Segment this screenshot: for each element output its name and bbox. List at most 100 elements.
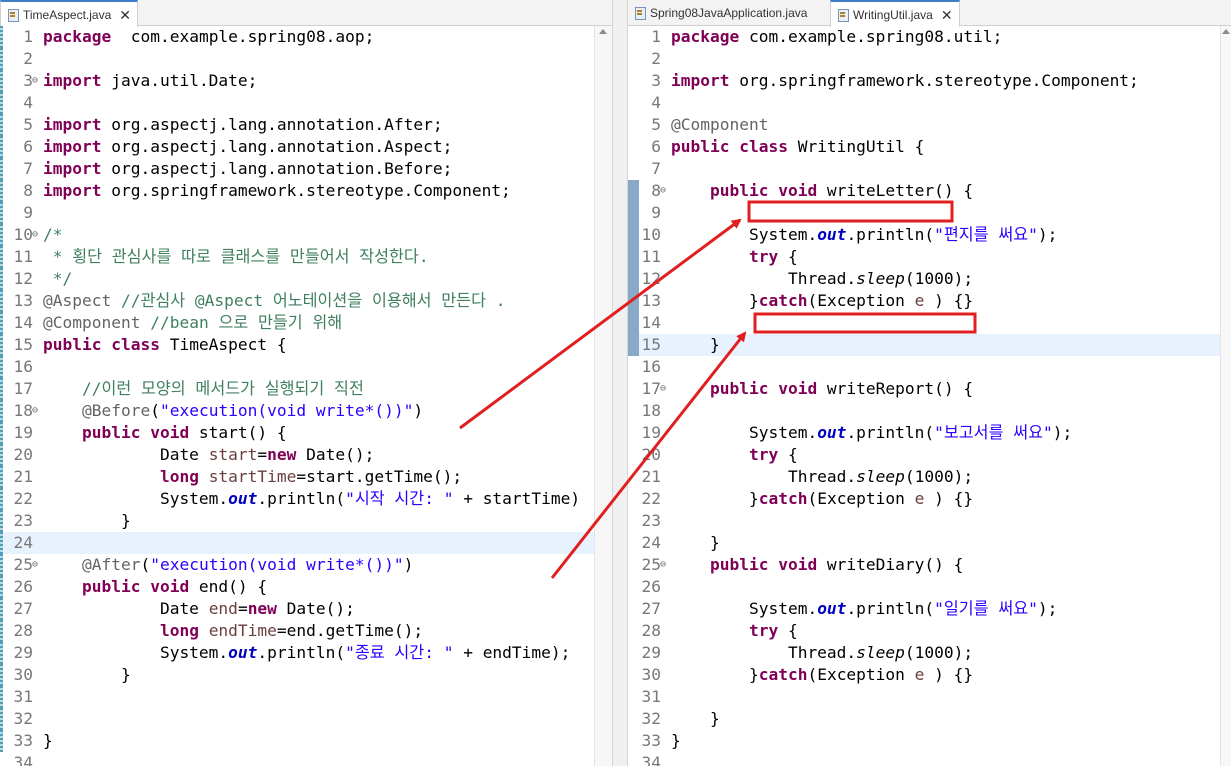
- code-line[interactable]: 24: [0, 532, 595, 554]
- vertical-scrollbar[interactable]: [594, 26, 612, 766]
- code-line[interactable]: 14: [628, 312, 1221, 334]
- tab-spring08javaapplication-java[interactable]: Spring08JavaApplication.java: [628, 0, 813, 26]
- line-number: 20: [13, 445, 34, 464]
- code-line[interactable]: 30 }: [0, 664, 595, 686]
- code-line[interactable]: 31: [628, 686, 1221, 708]
- code-line[interactable]: 25 ⊖ @After("execution(void write*())"): [0, 554, 595, 576]
- close-icon[interactable]: ✕: [119, 8, 131, 22]
- code-line[interactable]: 29 Thread.sleep(1000);: [628, 642, 1221, 664]
- fold-toggle-icon[interactable]: ⊖: [32, 554, 42, 576]
- code-line[interactable]: 2: [0, 48, 595, 70]
- code-line[interactable]: 27 System.out.println("일기를 써요");: [628, 598, 1221, 620]
- fold-toggle-icon[interactable]: ⊖: [32, 400, 42, 422]
- code-line[interactable]: 10 System.out.println("편지를 써요");: [628, 224, 1221, 246]
- code-line[interactable]: 32 }: [628, 708, 1221, 730]
- code-line[interactable]: 30 }catch(Exception e ) {}: [628, 664, 1221, 686]
- code-line[interactable]: 5 @Component: [628, 114, 1221, 136]
- editor-splitter[interactable]: [612, 0, 628, 766]
- code-line[interactable]: 2: [628, 48, 1221, 70]
- code-editor-timeaspect[interactable]: 1 package com.example.spring08.aop; 2 3 ⊖ imp…: [0, 26, 595, 766]
- fold-toggle-icon[interactable]: ⊖: [660, 378, 670, 400]
- code-line[interactable]: 3 import org.springframework.stereotype.C…: [628, 70, 1221, 92]
- code-line[interactable]: 1 package com.example.spring08.aop;: [0, 26, 595, 48]
- code-line[interactable]: 5 import org.aspectj.lang.annotation.Afte…: [0, 114, 595, 136]
- fold-toggle-icon[interactable]: ⊖: [32, 224, 42, 246]
- code-line[interactable]: 20 try {: [628, 444, 1221, 466]
- code-token: public void: [709, 379, 818, 398]
- code-line[interactable]: 16: [0, 356, 595, 378]
- code-line[interactable]: 7: [628, 158, 1221, 180]
- code-line[interactable]: 28 try {: [628, 620, 1221, 642]
- code-line[interactable]: 6 public class WritingUtil {: [628, 136, 1221, 158]
- code-line[interactable]: 27 Date end=new Date();: [0, 598, 595, 620]
- tab-writingutil-java[interactable]: WritingUtil.java ✕: [830, 0, 960, 27]
- fold-toggle-icon[interactable]: ⊖: [660, 180, 670, 202]
- fold-toggle-icon[interactable]: ⊖: [660, 554, 670, 576]
- code-line[interactable]: 10 ⊖/*: [0, 224, 595, 246]
- code-line[interactable]: 11 * 횡단 관심사를 따로 클래스를 만들어서 작성한다.: [0, 246, 595, 268]
- code-line[interactable]: 17 //이런 모양의 메서드가 실행되기 직전: [0, 378, 595, 400]
- code-line[interactable]: 3 ⊖ import java.util.Date;: [0, 70, 595, 92]
- fold-toggle-icon[interactable]: ⊖: [32, 70, 42, 92]
- code-line[interactable]: 11 try {: [628, 246, 1221, 268]
- code-line[interactable]: 19 public void start() {: [0, 422, 595, 444]
- code-line[interactable]: 34: [628, 752, 1221, 766]
- scroll-up-icon[interactable]: [599, 29, 607, 34]
- code-line[interactable]: 26: [628, 576, 1221, 598]
- code-line[interactable]: 22 }catch(Exception e ) {}: [628, 488, 1221, 510]
- code-line[interactable]: 20 Date start=new Date();: [0, 444, 595, 466]
- code-line[interactable]: 24 }: [628, 532, 1221, 554]
- scroll-up-icon[interactable]: [1222, 29, 1230, 34]
- code-line[interactable]: 22 System.out.println("시작 시간: " + startT…: [0, 488, 595, 510]
- code-line[interactable]: 9: [628, 202, 1221, 224]
- code-line[interactable]: 33}: [0, 730, 595, 752]
- code-line[interactable]: 17 ⊖ public void writeReport() {: [628, 378, 1221, 400]
- line-number: 16: [641, 357, 662, 376]
- code-token: end() {: [189, 577, 268, 596]
- code-line[interactable]: 13 @Aspect //관심사 @Aspect 어노테이션을 이용해서 만든다 …: [0, 290, 595, 312]
- code-token: import: [43, 181, 102, 200]
- close-icon[interactable]: ✕: [941, 8, 953, 22]
- code-line[interactable]: 4: [0, 92, 595, 114]
- code-line[interactable]: 33}: [628, 730, 1221, 752]
- code-text: System.out.println("보고서를 써요");: [671, 422, 1072, 444]
- code-line[interactable]: 4: [628, 92, 1221, 114]
- line-number: 31: [13, 687, 34, 706]
- code-line[interactable]: 28 long endTime=end.getTime();: [0, 620, 595, 642]
- code-line[interactable]: 8 import org.springframework.stereotype.C…: [0, 180, 595, 202]
- code-line[interactable]: 25 ⊖ public void writeDiary() {: [628, 554, 1221, 576]
- code-line[interactable]: 23 }: [0, 510, 595, 532]
- code-line[interactable]: 18 ⊖ @Before("execution(void write*())"): [0, 400, 595, 422]
- tab-timeaspect-java[interactable]: TimeAspect.java ✕: [0, 0, 138, 27]
- code-line[interactable]: 6 import org.aspectj.lang.annotation.Aspe…: [0, 136, 595, 158]
- code-token: catch: [758, 291, 808, 310]
- code-line[interactable]: 26 public void end() {: [0, 576, 595, 598]
- code-line[interactable]: 21 Thread.sleep(1000);: [628, 466, 1221, 488]
- code-line[interactable]: 8 ⊖ public void writeLetter() {: [628, 180, 1221, 202]
- code-line[interactable]: 9: [0, 202, 595, 224]
- code-line[interactable]: 12 */: [0, 268, 595, 290]
- line-number: 29: [13, 643, 34, 662]
- code-line[interactable]: 16: [628, 356, 1221, 378]
- code-line[interactable]: 7 import org.aspectj.lang.annotation.Befo…: [0, 158, 595, 180]
- code-line[interactable]: 23: [628, 510, 1221, 532]
- code-line[interactable]: 15 public class TimeAspect {: [0, 334, 595, 356]
- code-text: public void writeDiary() {: [671, 554, 963, 576]
- code-line[interactable]: 15 }: [628, 334, 1221, 356]
- code-editor-writingutil[interactable]: 1 package com.example.spring08.util; 2 3 imp…: [628, 26, 1221, 766]
- code-line[interactable]: 21 long startTime=start.getTime();: [0, 466, 595, 488]
- code-line[interactable]: 29 System.out.println("종료 시간: " + endTim…: [0, 642, 595, 664]
- code-line[interactable]: 14 @Component //bean 으로 만들기 위해: [0, 312, 595, 334]
- code-line[interactable]: 18: [628, 400, 1221, 422]
- code-line[interactable]: 31: [0, 686, 595, 708]
- line-number: 14: [13, 313, 34, 332]
- code-line[interactable]: 32: [0, 708, 595, 730]
- code-line[interactable]: 19 System.out.println("보고서를 써요");: [628, 422, 1221, 444]
- code-token: }: [43, 511, 131, 530]
- code-line[interactable]: 12 Thread.sleep(1000);: [628, 268, 1221, 290]
- code-line[interactable]: 1 package com.example.spring08.util;: [628, 26, 1221, 48]
- code-line[interactable]: 13 }catch(Exception e ) {}: [628, 290, 1221, 312]
- code-line[interactable]: 34: [0, 752, 595, 766]
- vertical-scrollbar[interactable]: [1220, 26, 1231, 766]
- code-token: );: [1037, 225, 1058, 244]
